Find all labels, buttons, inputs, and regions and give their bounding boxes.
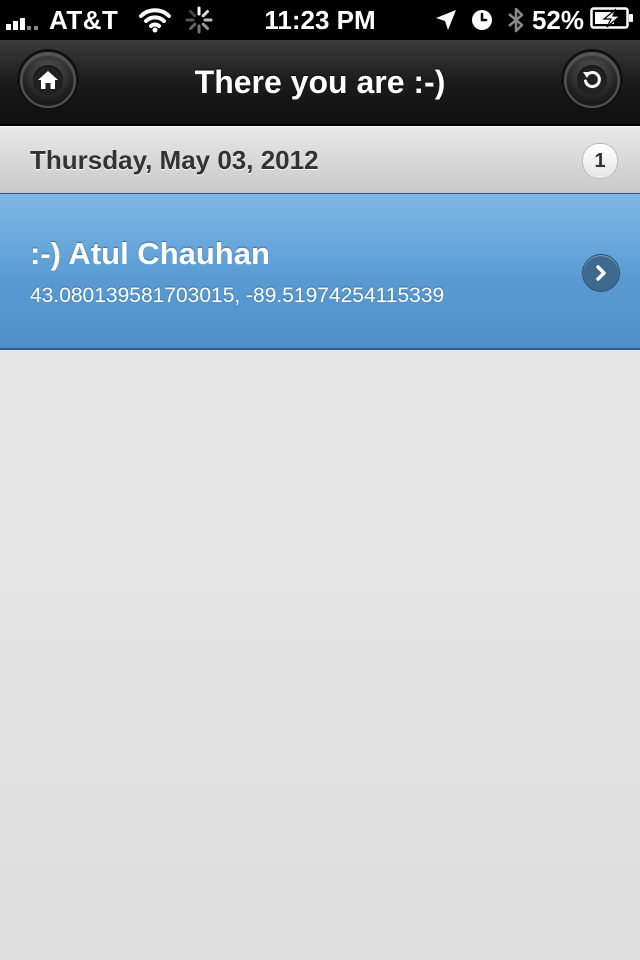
carrier-label: AT&T xyxy=(49,4,119,35)
bluetooth-icon xyxy=(506,6,526,34)
wifi-icon xyxy=(138,7,172,33)
chevron-right-icon[interactable] xyxy=(582,254,620,292)
home-icon xyxy=(33,65,63,95)
count-badge: 1 xyxy=(582,143,618,179)
status-right: 52% xyxy=(428,0,634,40)
home-button[interactable] xyxy=(20,52,76,108)
list-divider: Thursday, May 03, 2012 1 xyxy=(0,126,640,195)
status-bar: AT&T 11:23 PM 52% xyxy=(0,0,640,40)
refresh-icon xyxy=(577,65,607,95)
activity-spinner-icon xyxy=(184,5,214,35)
signal-bars-icon xyxy=(6,10,41,30)
item-coordinates: 43.080139581703015, -89.51974254115339 xyxy=(30,284,445,307)
alarm-clock-icon xyxy=(470,8,494,32)
battery-percent: 52% xyxy=(531,4,584,35)
header-bar: There you are :-) xyxy=(0,40,640,126)
divider-date-label: Thursday, May 03, 2012 xyxy=(30,144,319,175)
location-arrow-icon xyxy=(434,8,458,32)
list-item[interactable]: :-) Atul Chauhan 43.080139581703015, -89… xyxy=(0,194,640,350)
status-left: AT&T xyxy=(6,0,220,40)
refresh-button[interactable] xyxy=(564,52,620,108)
clock-time: 11:23 PM xyxy=(264,4,376,35)
battery-charging-icon xyxy=(590,5,634,36)
item-name: :-) Atul Chauhan xyxy=(30,236,270,271)
page-title: There you are :-) xyxy=(194,63,446,100)
